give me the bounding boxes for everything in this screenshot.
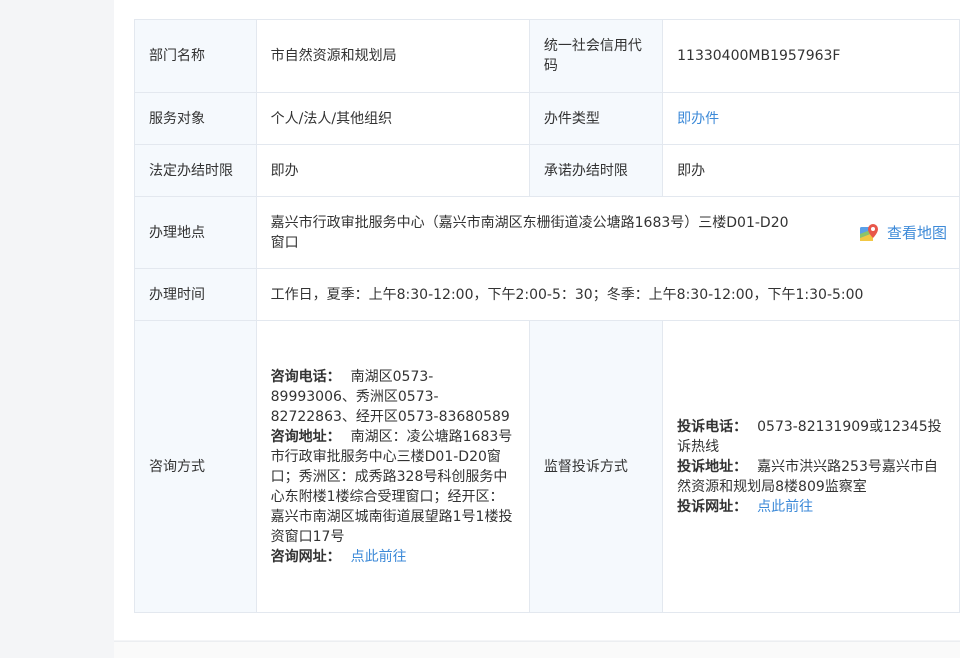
dept-label: 部门名称 bbox=[134, 19, 257, 93]
case-type-link[interactable]: 即办件 bbox=[677, 111, 719, 127]
credit-code-value: 11330400MB1957963F bbox=[662, 19, 960, 93]
table-row: 办理时间 工作日，夏季：上午8:30-12:00，下午2:00-5：30；冬季：… bbox=[134, 268, 960, 321]
service-target-value: 个人/法人/其他组织 bbox=[255, 92, 530, 145]
map-pin-icon bbox=[859, 223, 878, 241]
consult-address-label: 咨询地址： bbox=[270, 428, 341, 445]
complaint-address-label: 投诉地址： bbox=[677, 458, 748, 475]
consult-address-value: 南湖区：凌公塘路1683号市行政审批服务中心三楼D01-D20窗口；秀洲区：成秀… bbox=[270, 428, 513, 545]
office-hours-label: 办理时间 bbox=[134, 268, 257, 321]
case-type-cell: 即办件 bbox=[662, 92, 960, 145]
complaint-web-label: 投诉网址： bbox=[677, 498, 748, 515]
place-cell: 嘉兴市行政审批服务中心（嘉兴市南湖区东栅街道凌公塘路1683号）三楼D01-D2… bbox=[255, 196, 960, 269]
credit-code-label: 统一社会信用代码 bbox=[528, 19, 664, 93]
view-map-button[interactable]: 查看地图 bbox=[859, 222, 947, 244]
promise-limit-label: 承诺办结时限 bbox=[528, 144, 664, 197]
consult-web-link[interactable]: 点此前往 bbox=[351, 549, 407, 565]
legal-limit-label: 法定办结时限 bbox=[134, 144, 257, 197]
consult-web-label: 咨询网址： bbox=[270, 548, 341, 565]
complaint-phone-label: 投诉电话： bbox=[677, 418, 748, 435]
case-type-label: 办件类型 bbox=[528, 92, 664, 145]
table-row: 法定办结时限 即办 承诺办结时限 即办 bbox=[134, 144, 960, 197]
complaint-web-link[interactable]: 点此前往 bbox=[757, 499, 813, 515]
consult-phone-label: 咨询电话： bbox=[270, 368, 341, 385]
legal-limit-value: 即办 bbox=[255, 144, 530, 197]
complaint-cell: 投诉电话： 0573-82131909或12345投诉热线 投诉地址： 嘉兴市洪兴路… bbox=[662, 320, 960, 613]
service-target-label: 服务对象 bbox=[134, 92, 257, 145]
consult-label: 咨询方式 bbox=[134, 320, 257, 613]
consult-cell: 咨询电话： 南湖区0573-89993006、秀洲区0573-82722863、经… bbox=[255, 320, 530, 613]
table-row: 服务对象 个人/法人/其他组织 办件类型 即办件 bbox=[134, 92, 960, 145]
table-row: 办理地点 嘉兴市行政审批服务中心（嘉兴市南湖区东栅街道凌公塘路1683号）三楼D… bbox=[134, 196, 960, 269]
place-value: 嘉兴市行政审批服务中心（嘉兴市南湖区东栅街道凌公塘路1683号）三楼D01-D2… bbox=[270, 214, 789, 251]
office-hours-value: 工作日，夏季：上午8:30-12:00，下午2:00-5：30；冬季：上午8:3… bbox=[255, 268, 960, 321]
promise-limit-value: 即办 bbox=[662, 144, 960, 197]
table-row: 咨询方式 咨询电话： 南湖区0573-89993006、秀洲区0573-82722… bbox=[134, 320, 960, 613]
card-bottom-strip bbox=[114, 641, 960, 658]
service-info-table: 部门名称 市自然资源和规划局 统一社会信用代码 11330400MB195796… bbox=[134, 19, 960, 613]
dept-value: 市自然资源和规划局 bbox=[255, 19, 530, 93]
table-row: 部门名称 市自然资源和规划局 统一社会信用代码 11330400MB195796… bbox=[134, 19, 960, 93]
view-map-label[interactable]: 查看地图 bbox=[887, 223, 947, 243]
complaint-label: 监督投诉方式 bbox=[528, 320, 664, 613]
place-label: 办理地点 bbox=[134, 196, 257, 269]
